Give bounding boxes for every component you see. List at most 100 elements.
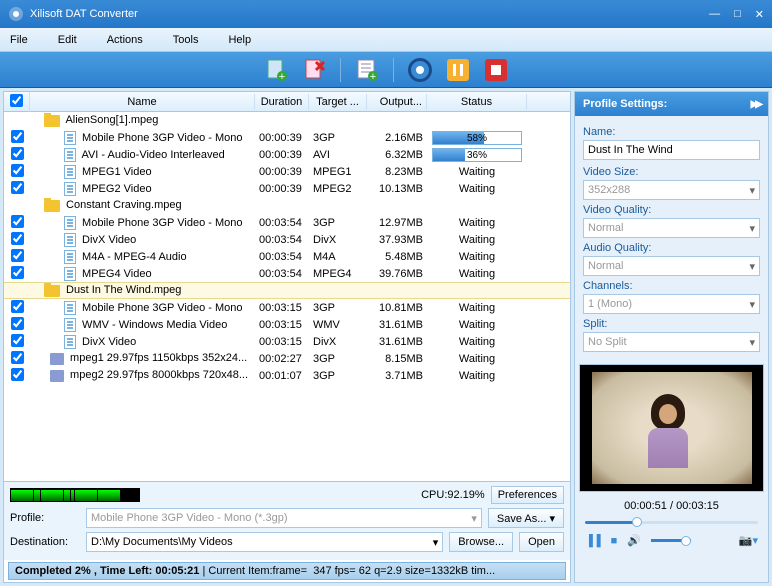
svg-text:+: + xyxy=(370,71,376,82)
video-quality-label: Video Quality: xyxy=(583,204,760,216)
menu-tools[interactable]: Tools xyxy=(173,34,199,46)
mpeg-icon xyxy=(50,353,64,365)
split-select[interactable]: No Split xyxy=(583,332,760,352)
profile-settings-title: Profile Settings: xyxy=(583,98,667,110)
col-output[interactable]: Output... xyxy=(367,94,427,110)
table-row[interactable]: mpeg1 29.97fps 1150kbps 352x24...00:02:2… xyxy=(4,350,570,367)
table-row[interactable]: mpeg2 29.97fps 8000kbps 720x48...00:01:0… xyxy=(4,367,570,384)
col-target[interactable]: Target ... xyxy=(309,94,367,110)
table-row[interactable]: DivX Video00:03:54DivX37.93MBWaiting xyxy=(4,231,570,248)
properties-button[interactable]: + xyxy=(353,56,381,84)
file-icon xyxy=(64,148,76,162)
row-checkbox[interactable] xyxy=(11,164,24,177)
channels-label: Channels: xyxy=(583,280,760,292)
titlebar: Xilisoft DAT Converter — □ ✕ xyxy=(0,0,772,28)
close-button[interactable]: ✕ xyxy=(755,8,764,21)
maximize-button[interactable]: □ xyxy=(734,8,741,21)
file-icon xyxy=(64,301,76,315)
mpeg-icon xyxy=(50,370,64,382)
file-list-panel: Name Duration Target ... Output... Statu… xyxy=(3,91,571,583)
row-checkbox[interactable] xyxy=(11,334,24,347)
minimize-button[interactable]: — xyxy=(709,8,720,21)
split-label: Split: xyxy=(583,318,760,330)
select-all-checkbox[interactable] xyxy=(10,94,23,107)
name-label: Name: xyxy=(583,126,760,138)
volume-icon[interactable]: 🔊 xyxy=(627,534,641,547)
video-quality-select[interactable]: Normal xyxy=(583,218,760,238)
table-row[interactable]: Mobile Phone 3GP Video - Mono00:03:543GP… xyxy=(4,214,570,231)
file-icon xyxy=(64,216,76,230)
stop-icon[interactable]: ■ xyxy=(611,535,618,547)
open-button[interactable]: Open xyxy=(519,532,564,552)
preferences-button[interactable]: Preferences xyxy=(491,486,564,504)
table-row[interactable]: MPEG1 Video00:00:39MPEG18.23MBWaiting xyxy=(4,163,570,180)
table-row[interactable]: MPEG4 Video00:03:54MPEG439.76MBWaiting xyxy=(4,265,570,282)
table-row[interactable]: Constant Craving.mpeg xyxy=(4,197,570,214)
table-row[interactable]: Mobile Phone 3GP Video - Mono00:00:393GP… xyxy=(4,129,570,146)
table-row[interactable]: Mobile Phone 3GP Video - Mono00:03:153GP… xyxy=(4,299,570,316)
row-checkbox[interactable] xyxy=(11,181,24,194)
profile-select[interactable]: Mobile Phone 3GP Video - Mono (*.3gp)▾ xyxy=(86,508,482,528)
row-checkbox[interactable] xyxy=(11,232,24,245)
col-status[interactable]: Status xyxy=(427,94,527,110)
table-row[interactable]: WMV - Windows Media Video00:03:15WMV31.6… xyxy=(4,316,570,333)
stop-button[interactable] xyxy=(482,56,510,84)
video-preview xyxy=(579,364,764,492)
table-row[interactable]: AVI - Audio-Video Interleaved00:00:39AVI… xyxy=(4,146,570,163)
table-row[interactable]: AlienSong[1].mpeg xyxy=(4,112,570,129)
pause-button[interactable] xyxy=(444,56,472,84)
col-name[interactable]: Name xyxy=(30,94,255,110)
row-checkbox[interactable] xyxy=(11,130,24,143)
seek-slider[interactable] xyxy=(585,516,758,528)
name-field[interactable] xyxy=(583,140,760,160)
row-checkbox[interactable] xyxy=(11,147,24,160)
folder-icon xyxy=(44,200,60,212)
add-file-button[interactable]: + xyxy=(262,56,290,84)
volume-slider[interactable] xyxy=(651,539,691,542)
file-icon xyxy=(64,165,76,179)
row-checkbox[interactable] xyxy=(11,249,24,262)
video-size-select[interactable]: 352x288 xyxy=(583,180,760,200)
audio-quality-select[interactable]: Normal xyxy=(583,256,760,276)
save-as-button[interactable]: Save As... ▾ xyxy=(488,508,564,528)
destination-select[interactable]: D:\My Documents\My Videos▾ xyxy=(86,532,443,552)
toolbar: + + xyxy=(0,52,772,88)
snapshot-icon[interactable]: 📷▾ xyxy=(739,534,758,547)
col-duration[interactable]: Duration xyxy=(255,94,309,110)
file-icon xyxy=(64,233,76,247)
profile-label: Profile: xyxy=(10,512,80,524)
folder-icon xyxy=(44,285,60,297)
folder-icon xyxy=(44,115,60,127)
row-checkbox[interactable] xyxy=(11,300,24,313)
menu-actions[interactable]: Actions xyxy=(107,34,143,46)
channels-select[interactable]: 1 (Mono) xyxy=(583,294,760,314)
delete-button[interactable] xyxy=(300,56,328,84)
destination-label: Destination: xyxy=(10,536,80,548)
file-icon xyxy=(64,335,76,349)
app-title: Xilisoft DAT Converter xyxy=(30,8,138,20)
expand-icon[interactable]: ▶▶ xyxy=(751,99,760,110)
menu-edit[interactable]: Edit xyxy=(58,34,77,46)
browse-button[interactable]: Browse... xyxy=(449,532,513,552)
menu-help[interactable]: Help xyxy=(228,34,251,46)
file-icon xyxy=(64,250,76,264)
menu-file[interactable]: File xyxy=(10,34,28,46)
app-logo-icon xyxy=(8,6,24,22)
row-checkbox[interactable] xyxy=(11,368,24,381)
video-size-label: Video Size: xyxy=(583,166,760,178)
row-checkbox[interactable] xyxy=(11,317,24,330)
table-row[interactable]: DivX Video00:03:15DivX31.61MBWaiting xyxy=(4,333,570,350)
row-checkbox[interactable] xyxy=(11,215,24,228)
table-row[interactable]: M4A - MPEG-4 Audio00:03:54M4A5.48MBWaiti… xyxy=(4,248,570,265)
table-row[interactable]: MPEG2 Video00:00:39MPEG210.13MBWaiting xyxy=(4,180,570,197)
row-checkbox[interactable] xyxy=(11,351,24,364)
play-pause-icon[interactable]: ▐▐ xyxy=(585,535,601,547)
cpu-label: CPU:92.19% xyxy=(421,489,485,501)
table-row[interactable]: Dust In The Wind.mpeg xyxy=(4,282,570,299)
right-panel: Profile Settings: ▶▶ Name: Video Size: 3… xyxy=(574,91,769,583)
row-checkbox[interactable] xyxy=(11,266,24,279)
svg-text:+: + xyxy=(279,71,285,82)
menubar: File Edit Actions Tools Help xyxy=(0,28,772,52)
encode-button[interactable] xyxy=(406,56,434,84)
cpu-meter xyxy=(10,488,140,502)
